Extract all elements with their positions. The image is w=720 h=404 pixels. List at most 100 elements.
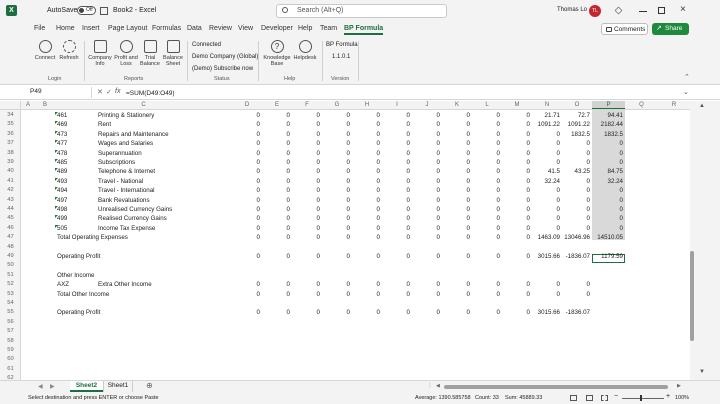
cell-value[interactable]: 0 [502, 149, 530, 158]
enter-icon[interactable]: ✓ [106, 88, 112, 96]
column-header-i[interactable]: I [382, 101, 412, 109]
cell-value[interactable]: 0 [292, 186, 320, 195]
cell-value[interactable]: 0 [502, 290, 530, 299]
formula-input[interactable] [126, 88, 666, 98]
cell-value[interactable]: 0 [262, 139, 290, 148]
cell-value[interactable]: 0 [292, 214, 320, 223]
cell-value[interactable]: 0 [412, 167, 440, 176]
cell-value[interactable]: 0 [352, 233, 380, 242]
cell-value[interactable]: 2182.44 [592, 120, 623, 129]
cell-account[interactable]: 473 [57, 130, 67, 139]
cell-value[interactable]: 0 [592, 186, 623, 195]
row-header[interactable]: 46 [0, 224, 21, 233]
cell-value[interactable]: 0 [322, 120, 350, 129]
row-header[interactable]: 48 [0, 243, 21, 252]
cell-account[interactable]: 469 [57, 120, 67, 129]
cell-value[interactable]: 0 [292, 308, 320, 317]
cell-value[interactable]: 0 [232, 186, 260, 195]
cell-value[interactable]: 0 [262, 233, 290, 242]
zoom-slider-thumb[interactable] [640, 395, 642, 401]
cell-value[interactable]: 0 [382, 186, 410, 195]
cell-value[interactable]: 0 [562, 177, 590, 186]
prev-sheet-icon[interactable]: ◀ [38, 383, 43, 390]
row-header[interactable]: 44 [0, 205, 21, 214]
scroll-down-icon[interactable]: ▼ [699, 369, 705, 375]
cell-value[interactable]: 0 [532, 130, 560, 139]
cell-value[interactable]: 0 [442, 177, 470, 186]
cell-value[interactable]: 0 [232, 149, 260, 158]
cell-value[interactable]: 94.41 [592, 111, 623, 120]
column-header-k[interactable]: K [442, 101, 472, 109]
cell-account[interactable]: 489 [57, 167, 67, 176]
cell-value[interactable]: -1836.07 [562, 308, 590, 317]
cell-value[interactable]: 0 [412, 205, 440, 214]
cell-description[interactable]: Repairs and Maintenance [98, 130, 169, 139]
comments-button[interactable]: Comments [601, 23, 648, 35]
share-button[interactable]: ↗ Share [652, 23, 689, 35]
cell-value[interactable]: 0 [262, 308, 290, 317]
cell-value[interactable]: 0 [232, 130, 260, 139]
row-header[interactable]: 34 [0, 111, 21, 120]
cell-account[interactable]: 461 [57, 111, 67, 120]
cell-value[interactable]: 0 [232, 280, 260, 289]
cell-value[interactable]: 0 [532, 139, 560, 148]
cell-account[interactable]: 494 [57, 186, 67, 195]
cell-value[interactable]: 0 [382, 149, 410, 158]
row-header[interactable]: 40 [0, 167, 21, 176]
cell-value[interactable]: 0 [382, 158, 410, 167]
cell-description[interactable]: Travel - International [98, 186, 155, 195]
cell-value[interactable]: 0 [472, 205, 500, 214]
cell-value[interactable]: 0 [262, 196, 290, 205]
cell-value[interactable]: 0 [382, 224, 410, 233]
profit-loss-button[interactable]: Profit and Loss [113, 40, 139, 67]
cell-value[interactable]: 0 [292, 158, 320, 167]
column-header-c[interactable]: C [55, 101, 232, 109]
cell-value[interactable]: 0 [412, 186, 440, 195]
cell-description[interactable]: Unrealised Currency Gains [98, 205, 172, 214]
cell-value[interactable]: 0 [262, 120, 290, 129]
row-header[interactable]: 54 [0, 299, 21, 308]
cell-value[interactable]: 1091.22 [562, 120, 590, 129]
ribbon-collapse-icon[interactable]: ⌃ [684, 73, 690, 81]
status-company[interactable]: Demo Company (Global) [192, 54, 258, 60]
cell-description[interactable]: Wages and Salaries [98, 139, 153, 148]
cell-description[interactable]: Extra Other Income [98, 280, 152, 289]
cell-value[interactable]: 0 [292, 139, 320, 148]
cell-value[interactable]: 0 [562, 139, 590, 148]
cell-value[interactable]: 0 [382, 214, 410, 223]
cell-description[interactable]: Telephone & Internet [98, 167, 155, 176]
cell-value[interactable]: 0 [382, 290, 410, 299]
cell-account[interactable]: Operating Profit [57, 252, 100, 261]
cell-value[interactable]: 0 [592, 205, 623, 214]
cell-value[interactable]: 0 [262, 130, 290, 139]
cell-value[interactable]: 0 [472, 290, 500, 299]
scroll-thumb[interactable] [690, 251, 694, 341]
cell-value[interactable]: 0 [472, 224, 500, 233]
cell-value[interactable]: 0 [442, 205, 470, 214]
cell-value[interactable]: 0 [382, 280, 410, 289]
cell-description[interactable]: Bank Revaluations [98, 196, 150, 205]
cell-value[interactable]: 0 [292, 177, 320, 186]
cell-value[interactable]: 0 [442, 290, 470, 299]
menu-data[interactable]: Data [187, 25, 202, 32]
cell-value[interactable]: 0 [532, 205, 560, 214]
cell-value[interactable]: 0 [322, 130, 350, 139]
row-header[interactable]: 43 [0, 196, 21, 205]
zoom-level[interactable]: 100% [675, 395, 689, 401]
cell-value[interactable]: 0 [532, 149, 560, 158]
cell-value[interactable]: 32.24 [592, 177, 623, 186]
cell-value[interactable]: 0 [352, 214, 380, 223]
cell-value[interactable]: 0 [412, 196, 440, 205]
cell-value[interactable]: 0 [352, 290, 380, 299]
cell-value[interactable]: 0 [442, 139, 470, 148]
cell-value[interactable]: 0 [262, 205, 290, 214]
menu-developer[interactable]: Developer [261, 25, 293, 32]
cell-value[interactable]: 0 [502, 233, 530, 242]
cell-value[interactable]: 0 [382, 120, 410, 129]
column-header-o[interactable]: O [562, 101, 592, 109]
cell-value[interactable]: 0 [502, 167, 530, 176]
cell-value[interactable]: 0 [322, 308, 350, 317]
cell-value[interactable]: 0 [472, 158, 500, 167]
cell-account[interactable]: Total Other Income [57, 290, 109, 299]
cell-value[interactable]: 0 [562, 214, 590, 223]
